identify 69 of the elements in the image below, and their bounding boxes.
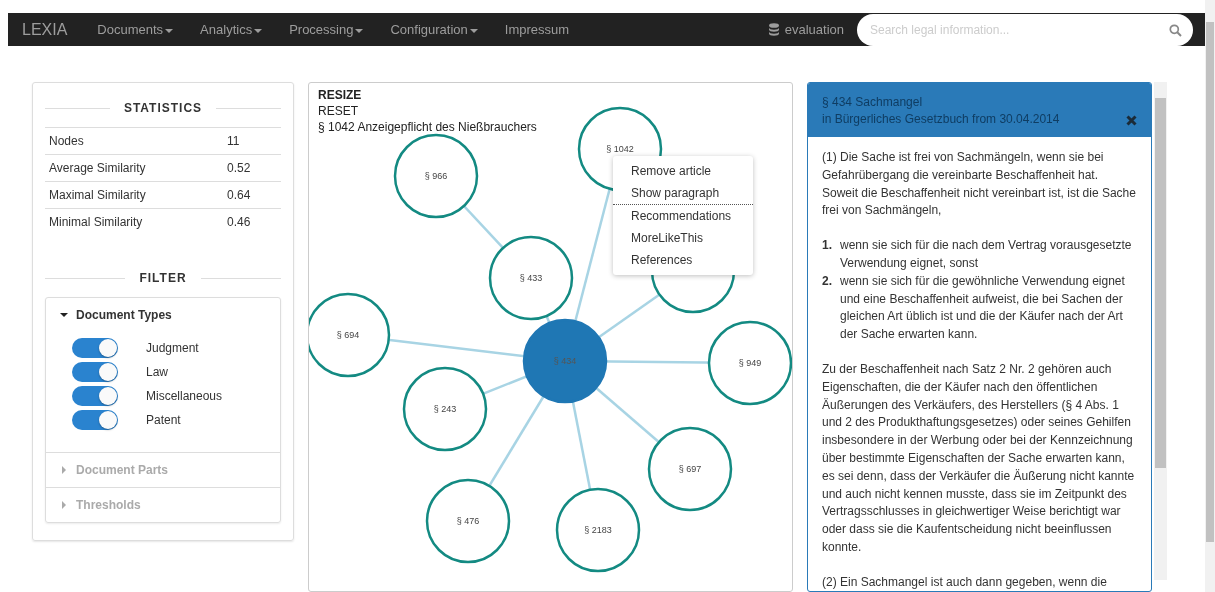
toggle-switch[interactable] <box>72 338 118 358</box>
toggle-label: Judgment <box>146 341 199 355</box>
caret-icon <box>60 466 68 474</box>
graph-node[interactable] <box>647 426 733 512</box>
context-menu-item[interactable]: Recommendations <box>613 205 753 227</box>
toggle-label: Miscellaneous <box>146 389 223 403</box>
database-label: evaluation <box>784 22 844 37</box>
graph-node[interactable] <box>393 133 479 219</box>
node-label: § 433 <box>519 273 543 283</box>
stat-label: Maximal Similarity <box>45 181 223 209</box>
nav-menu-item[interactable]: Documents <box>97 22 174 37</box>
context-menu-item[interactable]: MoreLikeThis <box>613 227 753 249</box>
scrollbar[interactable] <box>1154 82 1167 580</box>
stat-value: 0.64 <box>223 181 281 209</box>
stat-label: Nodes <box>45 127 223 155</box>
stat-value: 0.46 <box>223 208 281 235</box>
context-menu-item[interactable]: Show paragraph <box>613 182 753 204</box>
stat-value: 0.52 <box>223 154 281 182</box>
nav-menu-item[interactable]: Analytics <box>200 22 263 37</box>
document-subtitle: in Bürgerliches Gesetzbuch from 30.04.2014 <box>822 111 1060 128</box>
node-label: § 243 <box>433 404 457 414</box>
section-heading: STATISTICS <box>123 101 203 115</box>
graph-node[interactable] <box>488 235 574 321</box>
graph-caption: § 1042 Anzeigepflicht des Nießbrauchers <box>318 120 537 134</box>
page-scrollbar[interactable] <box>1205 0 1215 592</box>
caret-icon <box>60 311 68 319</box>
graph-node[interactable] <box>555 487 641 573</box>
node-label: § 966 <box>424 171 448 181</box>
nav-menu-item[interactable]: Processing <box>289 22 364 37</box>
caret-icon <box>60 501 68 509</box>
toggle-switch[interactable] <box>72 386 118 406</box>
paragraph-text: Zu der Beschaffenheit nach Satz 2 Nr. 2 gehören auch Eigenschaften, die der Käufer nach den öffentlichen Äußerungen des Verkäufers, des Herstellers (§ 4 Abs. 1 und 2 des Produkthaftungsgesetzes) oder seines Gehilfen insbesondere in der Werbung oder bei der Kennzeichnung über bestimmte Eigenschaften der Sache erwarten kann, es sei denn, dass der Verkäufer die Äußerung nicht kannte und auch nicht kennen musste, dass sie im Zeitpunkt des Vertragsschlusses in gleichwertiger Weise berichtigt war oder dass sie die Kaufentscheidung nicht beeinflussen konnte. <box>822 360 1136 556</box>
list-number: 2. <box>822 272 833 290</box>
node-label: § 434 <box>553 356 577 366</box>
paragraph-text: (2) Ein Sachmangel ist auch dann gegeben, wenn die <box>822 573 1108 591</box>
graph-node[interactable] <box>707 320 792 406</box>
document-title: § 434 Sachmangel <box>822 94 924 111</box>
graph-action-link[interactable]: RESET <box>318 104 358 118</box>
graph-node[interactable] <box>402 366 488 452</box>
context-menu-item[interactable]: References <box>613 249 753 271</box>
stat-value: 11 <box>223 127 281 155</box>
graph-node[interactable] <box>522 318 608 404</box>
toggle-label: Law <box>146 365 168 379</box>
nav-menu-item[interactable]: Impressum <box>504 22 570 37</box>
accordion-header[interactable]: Document Types <box>60 308 266 322</box>
node-label: § 2183 <box>584 525 612 535</box>
node-label: § 694 <box>336 330 360 340</box>
stat-label: Average Similarity <box>45 154 223 182</box>
node-label: § 697 <box>678 464 702 474</box>
toggle-switch[interactable] <box>72 410 118 430</box>
context-menu-item[interactable]: Remove article <box>613 160 753 182</box>
graph-node[interactable] <box>309 292 391 378</box>
list-number: 1. <box>822 237 833 255</box>
search-icon[interactable] <box>1169 23 1182 37</box>
brand-logo[interactable]: LEXIA <box>22 20 68 39</box>
paragraph-text: (1) Die Sache ist frei von Sachmängeln, wenn sie bei Gefahrübergang die vereinbarte Beschaffenheit hat. Soweit die Beschaffenheit nicht vereinbart ist, ist die Sache frei von Sachmängeln, <box>822 149 1137 220</box>
toggle-switch[interactable] <box>72 362 118 382</box>
node-label: § 1042 <box>606 144 634 154</box>
node-label: § 949 <box>738 358 762 368</box>
list-item-text: wenn sie sich für die gewöhnliche Verwendung eignet und eine Beschaffenheit aufweist, die bei Sachen der gleichen Art üblich ist und die der Käufer nach der Art der Sache erwarten kann. <box>840 272 1126 344</box>
graph-node[interactable] <box>425 478 511 564</box>
node-label: § 476 <box>456 516 480 526</box>
nav-menu-item[interactable]: Configuration <box>390 22 478 37</box>
section-heading: FILTER <box>139 271 187 285</box>
stat-label: Minimal Similarity <box>45 208 223 235</box>
toggle-label: Patent <box>146 413 181 427</box>
database-icon <box>768 23 779 36</box>
close-icon[interactable] <box>1126 115 1137 126</box>
graph-action-link[interactable]: RESIZE <box>318 88 362 102</box>
